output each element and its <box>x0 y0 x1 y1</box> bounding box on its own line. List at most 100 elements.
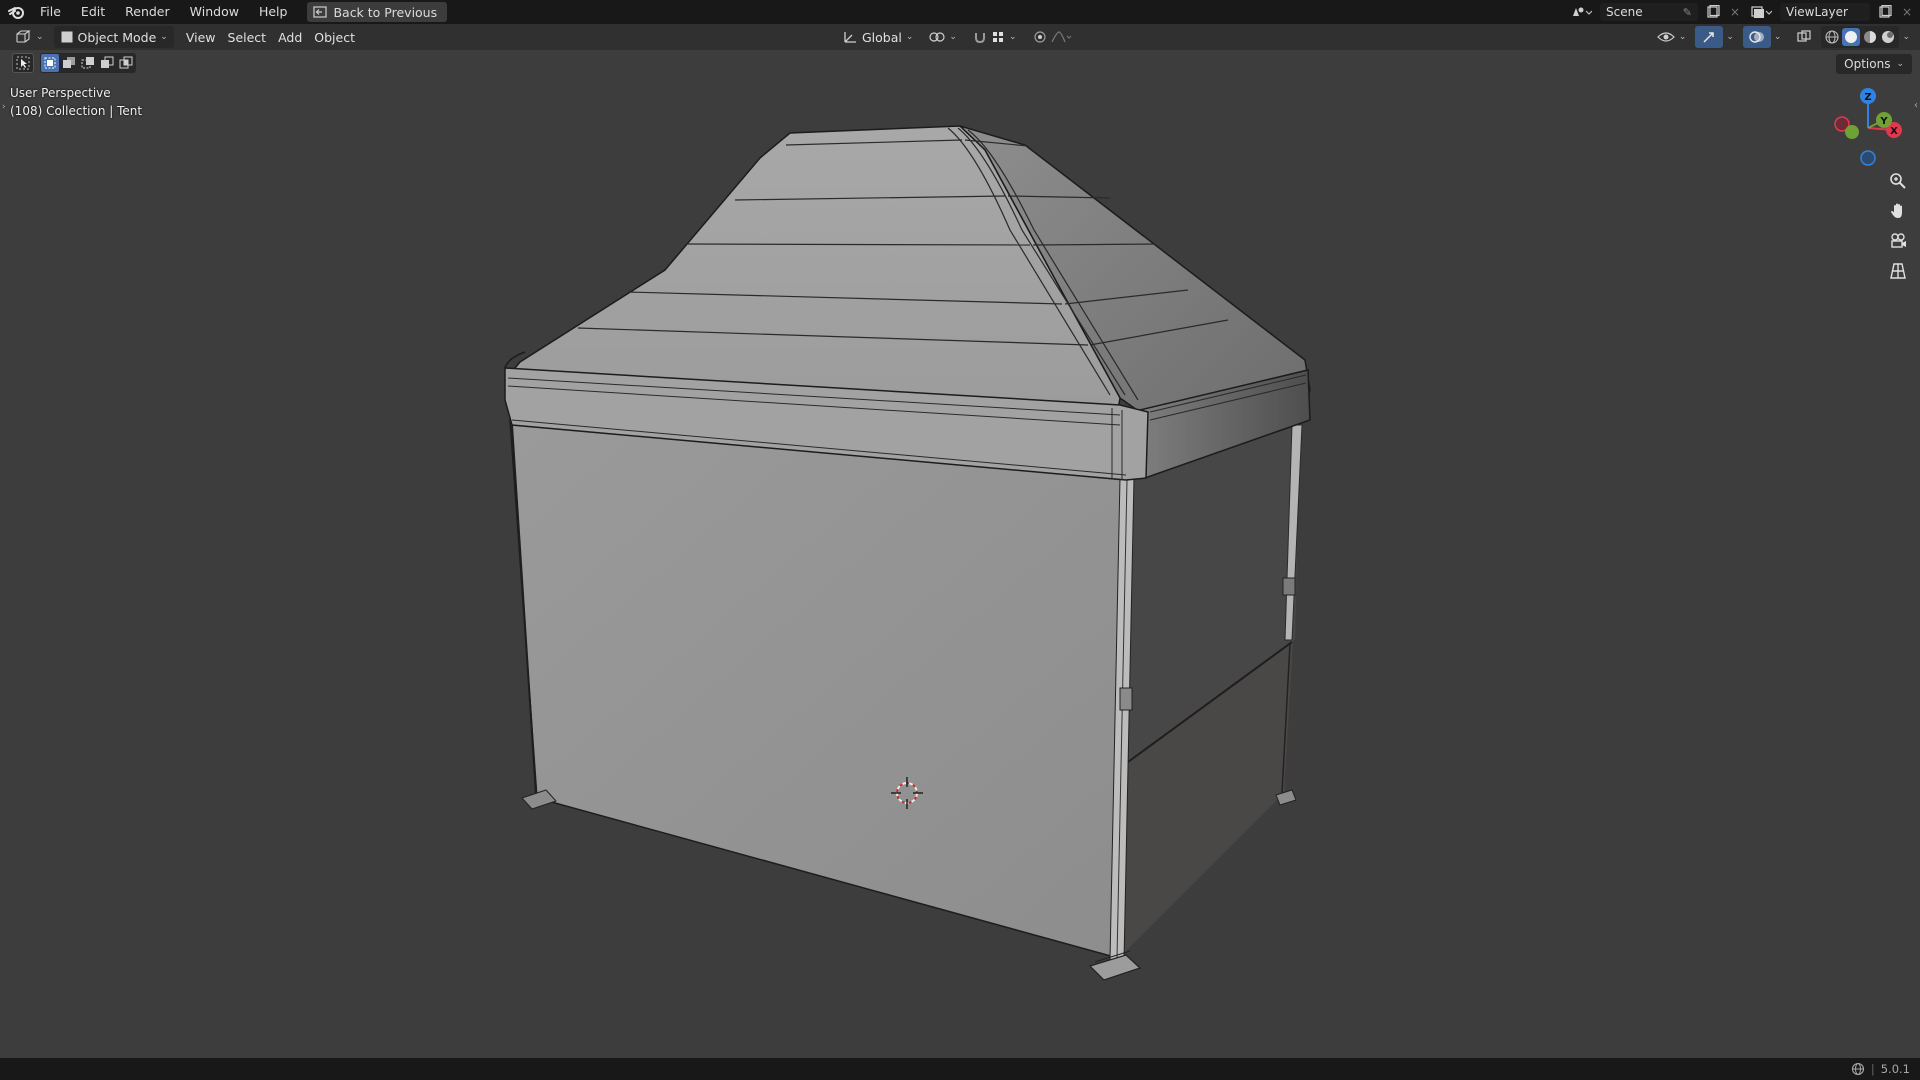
transform-icon <box>844 32 856 43</box>
pin-icon[interactable]: ✎ <box>1683 6 1692 19</box>
menu-window[interactable]: Window <box>180 0 249 24</box>
rendered-shading-icon[interactable] <box>1880 29 1896 45</box>
object-mode-label: Object Mode <box>77 29 157 45</box>
back-icon <box>313 6 328 18</box>
visibility-dropdown[interactable]: ⌄ <box>1651 26 1693 48</box>
menu-view[interactable]: View <box>180 26 222 48</box>
chevron-down-icon[interactable]: ⌄ <box>1726 32 1734 42</box>
menu-edit[interactable]: Edit <box>71 0 115 24</box>
top-right-controls: Scene ✎ × ViewLayer × <box>1566 0 1920 24</box>
globe-icon <box>1851 1062 1864 1076</box>
chevron-down-icon: ⌄ <box>1896 59 1904 69</box>
select-intersect-button[interactable] <box>117 54 135 72</box>
select-tool-icon <box>16 56 30 70</box>
falloff-icon <box>1050 31 1071 43</box>
select-extend-button[interactable] <box>60 54 78 72</box>
camera-view-button[interactable] <box>1886 229 1910 253</box>
editor-type-dropdown[interactable]: ⌄ <box>8 26 50 48</box>
chevron-down-icon: ⌄ <box>1008 32 1017 42</box>
editor-type-icon <box>16 30 31 43</box>
options-dropdown[interactable]: Options ⌄ <box>1836 54 1912 74</box>
pan-button[interactable] <box>1886 199 1910 223</box>
tent-foot <box>1088 954 1142 981</box>
transform-orientation-label: Global <box>862 29 902 45</box>
perspective-toggle-button[interactable] <box>1886 259 1910 283</box>
viewport-display-controls: ⌄ ⌄ ⌄ ⌄ <box>1651 26 1910 48</box>
viewport-header: ⌄ Object Mode ⌄ View Select Add Object G… <box>0 24 1920 50</box>
select-tool-button[interactable] <box>12 53 34 73</box>
gizmo-neg-z[interactable] <box>1860 150 1876 166</box>
select-invert-icon <box>101 56 114 68</box>
view-layer-field[interactable]: ViewLayer <box>1780 3 1870 21</box>
snap-grid-icon <box>992 32 1003 42</box>
delete-scene-icon[interactable]: × <box>1728 2 1742 22</box>
pan-icon <box>1891 203 1902 218</box>
new-scene-icon[interactable] <box>1702 2 1724 22</box>
tent-model[interactable] <box>503 125 1311 981</box>
scene-name: Scene <box>1606 5 1643 19</box>
snap-toggle[interactable]: ⌄ <box>967 26 1023 48</box>
menu-help[interactable]: Help <box>249 0 298 24</box>
object-mode-dropdown[interactable]: Object Mode ⌄ <box>53 26 174 48</box>
gizmo-icon <box>1703 32 1715 43</box>
overlay-icon <box>1749 31 1764 43</box>
selection-mode-group <box>40 53 136 73</box>
chevron-down-icon: ⌄ <box>1678 32 1687 42</box>
sidebar-expand-arrow[interactable]: › <box>2 102 6 112</box>
chevron-down-icon: ⌄ <box>36 32 44 42</box>
view-layer-icon[interactable] <box>1746 2 1776 22</box>
back-to-previous-button[interactable]: Back to Previous <box>307 2 448 22</box>
snap-icon <box>974 33 985 44</box>
chevron-down-icon: ⌄ <box>160 32 168 42</box>
select-new-button[interactable] <box>41 54 59 72</box>
top-menu-bar: File Edit Render Window Help Back to Pre… <box>0 0 1920 24</box>
menu-file[interactable]: File <box>30 0 71 24</box>
grid-icon <box>1890 263 1906 279</box>
select-extend-icon <box>63 57 75 68</box>
transform-orientation-dropdown[interactable]: Global ⌄ <box>836 26 919 48</box>
blender-logo-icon[interactable] <box>2 0 30 24</box>
object-mode-icon <box>61 31 73 43</box>
gizmo-toggle[interactable] <box>1695 26 1724 48</box>
menu-add[interactable]: Add <box>272 26 308 48</box>
menu-select[interactable]: Select <box>222 26 273 48</box>
menu-render[interactable]: Render <box>115 0 180 24</box>
scene-field[interactable]: Scene ✎ <box>1600 3 1698 21</box>
chevron-down-icon[interactable]: ⌄ <box>1902 32 1910 42</box>
pivot-dropdown[interactable]: ⌄ <box>923 26 963 48</box>
delete-view-layer-icon[interactable]: × <box>1900 2 1914 22</box>
navigation-gizmo[interactable]: X Y Z <box>1834 88 1902 166</box>
gizmo-neg-y[interactable] <box>1845 125 1859 139</box>
back-to-previous-label: Back to Previous <box>333 4 438 20</box>
material-shading-icon[interactable] <box>1862 29 1878 45</box>
select-new-icon <box>44 57 56 69</box>
new-view-layer-icon[interactable] <box>1874 2 1896 22</box>
select-invert-button[interactable] <box>98 54 116 72</box>
overlay-toggle[interactable] <box>1742 26 1771 48</box>
zoom-button[interactable] <box>1886 169 1910 193</box>
xray-toggle[interactable] <box>1790 26 1818 48</box>
gizmo-x-label: X <box>1890 126 1898 137</box>
status-separator: | <box>1870 1062 1875 1076</box>
select-subtract-button[interactable] <box>79 54 97 72</box>
options-label: Options <box>1844 57 1891 71</box>
chevron-down-icon: ⌄ <box>905 32 914 42</box>
proportional-editing-toggle[interactable] <box>1027 26 1079 48</box>
scene-icon[interactable] <box>1566 2 1596 22</box>
wireframe-shading-icon[interactable] <box>1824 29 1840 45</box>
chevron-down-icon[interactable]: ⌄ <box>1774 32 1782 42</box>
gizmo-y-label: Y <box>1879 116 1888 127</box>
status-bar: | 5.0.1 <box>0 1058 1920 1080</box>
menu-object[interactable]: Object <box>308 26 361 48</box>
view-layer-name: ViewLayer <box>1786 5 1848 19</box>
solid-shading-icon[interactable] <box>1842 28 1861 46</box>
tool-settings-row <box>12 52 136 74</box>
3d-viewport[interactable]: X Y Z <box>0 0 1920 1080</box>
tent-front-wall <box>509 419 1127 959</box>
sidebar-toggle-arrow[interactable]: ‹ <box>1914 100 1918 111</box>
zoom-icon <box>1890 173 1906 189</box>
eye-icon <box>1656 32 1675 42</box>
viewport-perspective-label: User Perspective <box>10 86 111 100</box>
shading-modes[interactable] <box>1821 26 1900 48</box>
gizmo-z-label: Z <box>1864 92 1871 103</box>
